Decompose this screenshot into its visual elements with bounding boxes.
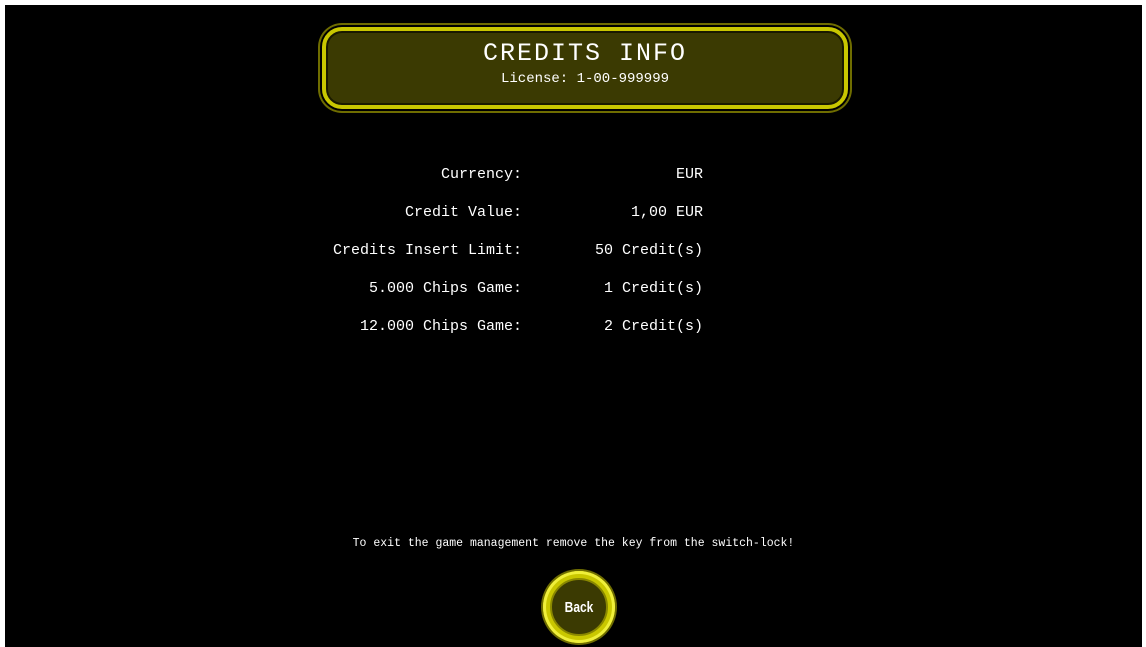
back-button[interactable]: Back <box>543 571 615 643</box>
info-row-currency: Currency: EUR <box>5 166 1142 186</box>
info-row-credit-value: Credit Value: 1,00 EUR <box>5 204 1142 224</box>
info-row-12000-chips: 12.000 Chips Game: 2 Credit(s) <box>5 318 1142 338</box>
info-value: 1,00 EUR <box>630 204 703 221</box>
back-button-face: Back <box>550 578 608 636</box>
info-row-5000-chips: 5.000 Chips Game: 1 Credit(s) <box>5 280 1142 300</box>
info-label: 12.000 Chips Game: <box>359 318 522 335</box>
back-button-label: Back <box>564 599 594 616</box>
info-label: 5.000 Chips Game: <box>368 280 522 297</box>
info-row-insert-limit: Credits Insert Limit: 50 Credit(s) <box>5 242 1142 262</box>
info-label: Credits Insert Limit: <box>332 242 522 259</box>
exit-instruction: To exit the game management remove the k… <box>352 537 795 550</box>
info-value: 2 Credit(s) <box>603 318 703 335</box>
page-title: CREDITS INFO <box>482 39 688 68</box>
info-value: 1 Credit(s) <box>603 280 703 297</box>
info-value: EUR <box>675 166 703 183</box>
info-label: Credit Value: <box>404 204 522 221</box>
license-number: License: 1-00-999999 <box>500 71 670 87</box>
header-panel: CREDITS INFO License: 1-00-999999 <box>322 27 848 109</box>
info-value: 50 Credit(s) <box>594 242 703 259</box>
game-management-screen: CREDITS INFO License: 1-00-999999 Curren… <box>5 5 1142 647</box>
info-label: Currency: <box>440 166 522 183</box>
